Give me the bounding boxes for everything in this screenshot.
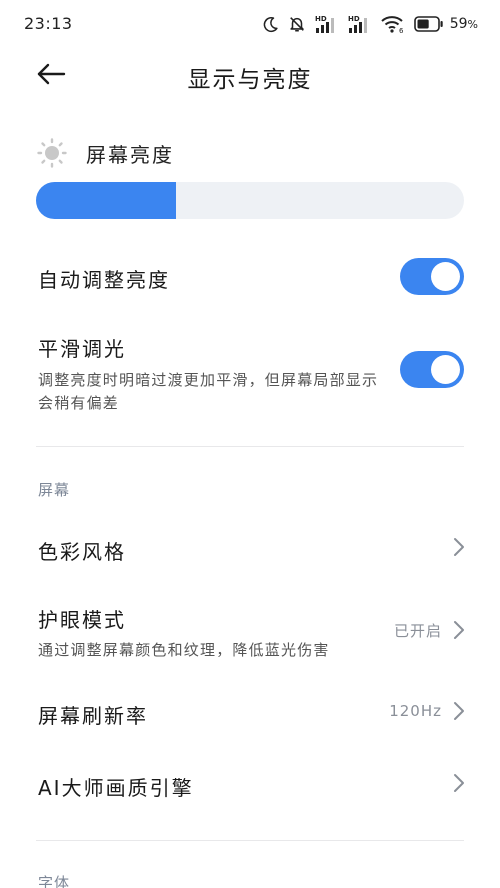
wifi-label: 6 <box>399 27 404 34</box>
display-brightness-screen: 23:13 HD HD 6 59 % 显示与亮度 屏幕亮度 自动调整亮度 平滑调… <box>0 0 500 888</box>
section-label-font: 字体 <box>38 874 71 888</box>
wifi-icon: 6 <box>381 14 405 34</box>
chevron-right-icon <box>454 774 464 792</box>
status-time: 23:13 <box>24 14 73 33</box>
signal-2-label: HD <box>348 15 360 23</box>
signal-1-icon: HD <box>315 14 339 34</box>
color-style-title: 色彩风格 <box>38 540 126 564</box>
status-icons: HD HD 6 59 % <box>253 13 478 35</box>
refresh-rate-row[interactable]: 屏幕刷新率 120Hz <box>38 696 466 730</box>
mute-bell-icon <box>288 15 306 33</box>
battery-percent: 59% <box>449 16 478 32</box>
signal-1-label: HD <box>315 15 327 23</box>
signal-2-icon: HD <box>348 14 372 34</box>
ai-picture-engine-row[interactable]: AI大师画质引擎 <box>38 768 466 802</box>
smooth-dimming-toggle[interactable] <box>400 351 464 388</box>
auto-brightness-toggle[interactable] <box>400 258 464 295</box>
page-title: 显示与亮度 <box>187 67 313 93</box>
brightness-label: 屏幕亮度 <box>86 142 174 167</box>
refresh-rate-title: 屏幕刷新率 <box>38 704 148 728</box>
header: 显示与亮度 <box>0 48 500 100</box>
smooth-dimming-title: 平滑调光 <box>38 337 126 361</box>
toggle-knob <box>431 262 460 291</box>
color-style-row[interactable]: 色彩风格 <box>38 532 466 566</box>
brightness-header: 屏幕亮度 <box>36 136 174 170</box>
toggle-knob <box>431 355 460 384</box>
smooth-dimming-row[interactable]: 平滑调光 调整亮度时明暗过渡更加平滑，但屏幕局部显示会稍有偏差 <box>38 333 464 413</box>
status-bar: 23:13 HD HD 6 59 % <box>0 0 500 48</box>
chevron-right-icon <box>454 621 464 639</box>
divider <box>36 840 464 841</box>
moon-icon <box>262 16 279 33</box>
refresh-rate-value: 120Hz <box>389 702 442 720</box>
auto-brightness-row[interactable]: 自动调整亮度 <box>38 258 464 296</box>
auto-brightness-title: 自动调整亮度 <box>38 268 170 292</box>
brightness-slider[interactable] <box>36 182 464 219</box>
smooth-dimming-subtitle: 调整亮度时明暗过渡更加平滑，但屏幕局部显示会稍有偏差 <box>38 371 379 412</box>
battery-icon <box>413 16 444 32</box>
brightness-slider-fill[interactable] <box>36 182 176 219</box>
ai-picture-engine-title: AI大师画质引擎 <box>38 776 194 800</box>
eye-care-row[interactable]: 护眼模式 通过调整屏幕颜色和纹理，降低蓝光伤害 已开启 <box>38 604 466 660</box>
eye-care-value: 已开启 <box>393 621 442 640</box>
chevron-right-icon <box>454 702 464 720</box>
sun-icon <box>37 138 67 168</box>
eye-care-subtitle: 通过调整屏幕颜色和纹理，降低蓝光伤害 <box>38 641 330 659</box>
divider <box>36 446 464 447</box>
section-label-screen: 屏幕 <box>38 481 71 499</box>
chevron-right-icon <box>454 538 464 556</box>
